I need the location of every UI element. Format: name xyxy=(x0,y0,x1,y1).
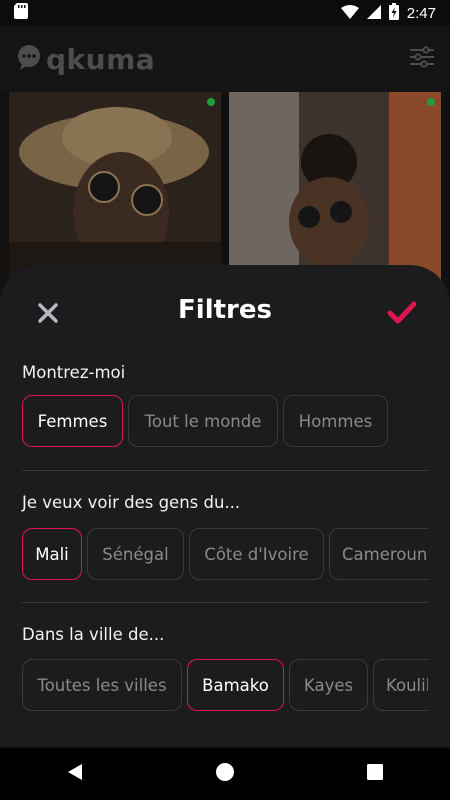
chip-kayes[interactable]: Kayes xyxy=(289,659,368,711)
home-circle-icon xyxy=(215,762,235,786)
show-me-section: Montrez-moi Femmes Tout le monde Hommes xyxy=(22,363,428,447)
signal-icon xyxy=(366,4,381,23)
filters-sheet: Filtres Montrez-moi Femmes Tout le monde… xyxy=(0,265,450,747)
profile-grid xyxy=(0,92,450,292)
wifi-icon xyxy=(340,4,359,23)
recents-square-icon xyxy=(367,764,383,784)
app-header: qkuma xyxy=(0,26,450,92)
city-section: Dans la ville de... Toutes les villes Ba… xyxy=(22,625,428,711)
divider xyxy=(22,602,428,603)
chip-group: Toutes les villes Bamako Kayes Koulikoro xyxy=(22,659,428,715)
online-indicator xyxy=(207,98,215,106)
apply-button[interactable] xyxy=(386,299,418,329)
section-label: Je veux voir des gens du... xyxy=(22,493,241,512)
chip-femmes[interactable]: Femmes xyxy=(22,395,123,447)
sd-card-icon xyxy=(14,3,28,23)
chip-cameroun[interactable]: Cameroun xyxy=(329,528,428,580)
status-time: 2:47 xyxy=(406,4,436,22)
sheet-title: Filtres xyxy=(178,295,272,325)
system-nav-bar xyxy=(0,748,450,800)
section-label: Montrez-moi xyxy=(22,363,126,382)
chip-bamako[interactable]: Bamako xyxy=(187,659,284,711)
section-label: Dans la ville de... xyxy=(22,625,165,644)
checkmark-icon xyxy=(387,300,417,328)
chip-mali[interactable]: Mali xyxy=(22,528,82,580)
profile-photo[interactable] xyxy=(229,92,441,292)
chip-group: Femmes Tout le monde Hommes xyxy=(22,395,428,451)
profile-photo[interactable] xyxy=(9,92,221,292)
country-section: Je veux voir des gens du... Mali Sénégal… xyxy=(22,493,428,580)
status-bar: 2:47 xyxy=(0,0,450,26)
brand-name: qkuma xyxy=(46,42,156,76)
back-triangle-icon xyxy=(67,763,83,785)
battery-charging-icon xyxy=(388,2,399,24)
recents-button[interactable] xyxy=(345,754,405,794)
home-button[interactable] xyxy=(195,754,255,794)
chip-group: Mali Sénégal Côte d'Ivoire Cameroun xyxy=(22,528,428,584)
profile-photo-image xyxy=(9,92,221,292)
back-button[interactable] xyxy=(45,754,105,794)
online-indicator xyxy=(427,98,435,106)
chip-hommes[interactable]: Hommes xyxy=(283,395,388,447)
profile-photo-image xyxy=(229,92,441,292)
filter-settings-icon[interactable] xyxy=(410,46,434,72)
sheet-header: Filtres xyxy=(0,265,450,359)
chip-koulikoro[interactable]: Koulikoro xyxy=(373,659,428,711)
chat-bubble-icon xyxy=(16,44,42,74)
chip-senegal[interactable]: Sénégal xyxy=(87,528,184,580)
chip-toutes-les-villes[interactable]: Toutes les villes xyxy=(22,659,182,711)
chip-cote-divoire[interactable]: Côte d'Ivoire xyxy=(189,528,324,580)
divider xyxy=(22,470,428,471)
chip-tout-le-monde[interactable]: Tout le monde xyxy=(128,395,278,447)
brand-logo: qkuma xyxy=(16,43,155,76)
